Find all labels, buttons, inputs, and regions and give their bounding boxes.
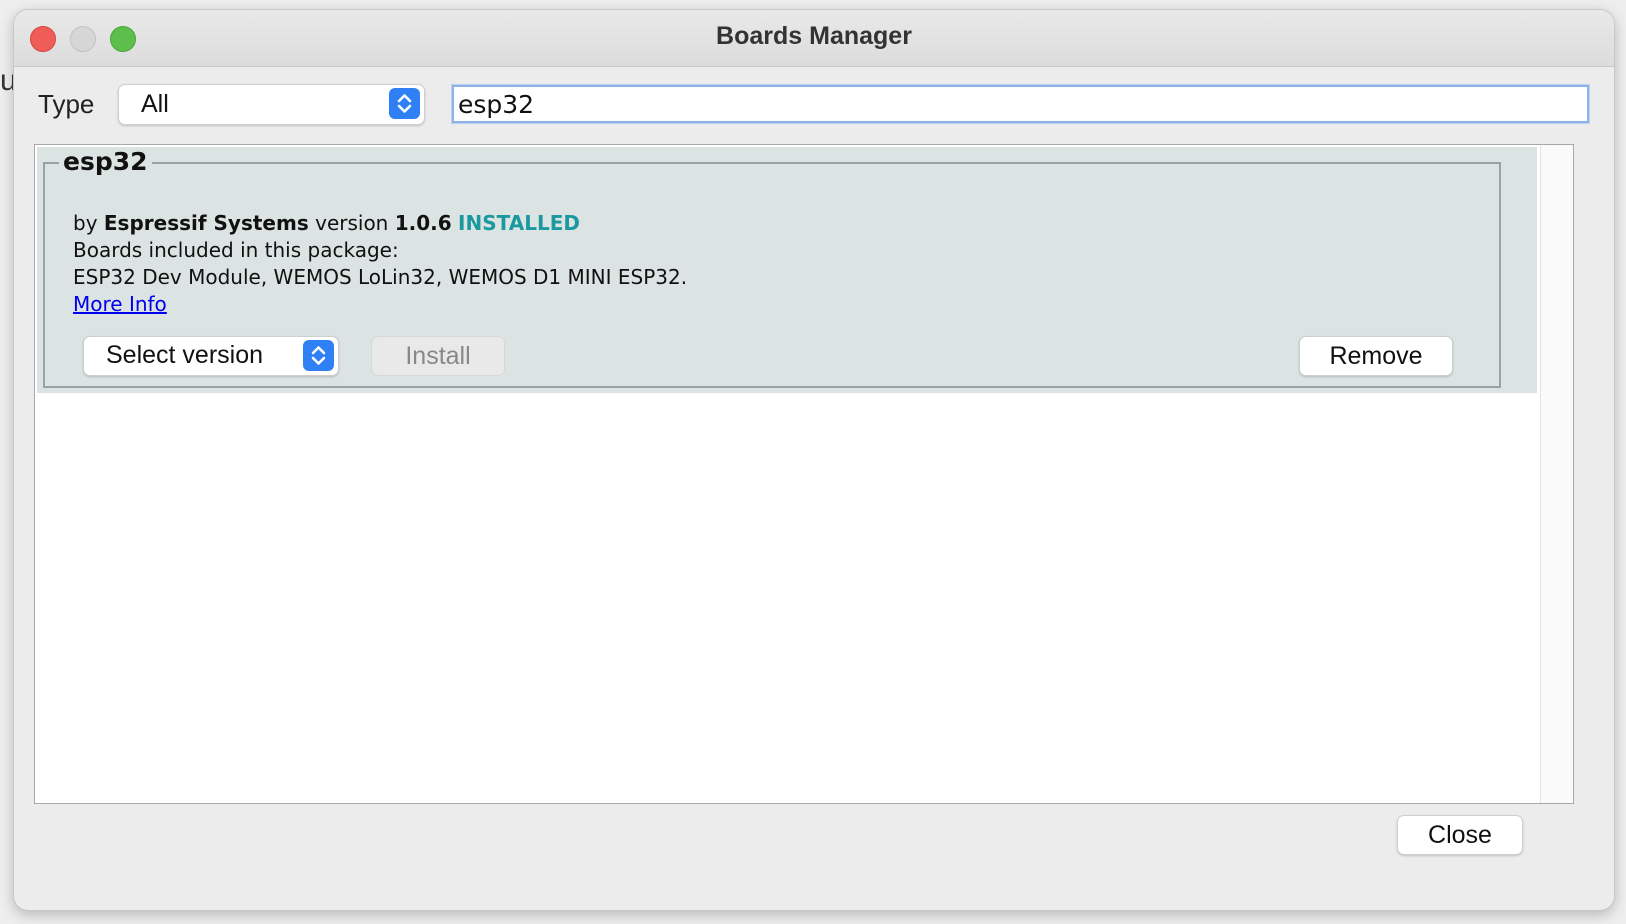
title-bar[interactable]: Boards Manager bbox=[14, 10, 1614, 67]
version-label: version bbox=[315, 211, 389, 235]
boards-list: esp32 by Espressif Systems version 1.0.6… bbox=[34, 144, 1574, 804]
close-button[interactable]: Close bbox=[1397, 815, 1523, 855]
window-title: Boards Manager bbox=[716, 22, 912, 50]
board-entry-border: esp32 by Espressif Systems version 1.0.6… bbox=[43, 147, 1501, 388]
by-label: by bbox=[73, 211, 98, 235]
remove-button[interactable]: Remove bbox=[1299, 336, 1453, 376]
board-entry-esp32[interactable]: esp32 by Espressif Systems version 1.0.6… bbox=[37, 147, 1537, 393]
boards-manager-window: Boards Manager Type All esp32 by Espress… bbox=[14, 10, 1614, 910]
board-author-line: by Espressif Systems version 1.0.6 INSTA… bbox=[73, 211, 580, 235]
version-select[interactable]: Select version bbox=[83, 336, 339, 376]
boards-included-label: Boards included in this package: bbox=[73, 238, 399, 262]
version-select-value: Select version bbox=[106, 341, 264, 369]
vertical-scrollbar[interactable] bbox=[1540, 145, 1573, 803]
type-select[interactable]: All bbox=[118, 84, 425, 125]
board-name: esp32 bbox=[59, 147, 152, 176]
board-author: Espressif Systems bbox=[103, 211, 309, 235]
type-select-value: All bbox=[141, 90, 169, 118]
chevron-up-down-icon bbox=[303, 340, 334, 371]
installed-badge: INSTALLED bbox=[458, 211, 580, 235]
search-input[interactable] bbox=[452, 85, 1589, 123]
boards-list-text: ESP32 Dev Module, WEMOS LoLin32, WEMOS D… bbox=[73, 265, 688, 289]
more-info-link[interactable]: More Info bbox=[73, 292, 167, 316]
type-label: Type bbox=[38, 89, 95, 119]
chevron-up-down-icon bbox=[389, 88, 420, 119]
board-version: 1.0.6 bbox=[394, 211, 452, 235]
install-button[interactable]: Install bbox=[371, 336, 505, 376]
